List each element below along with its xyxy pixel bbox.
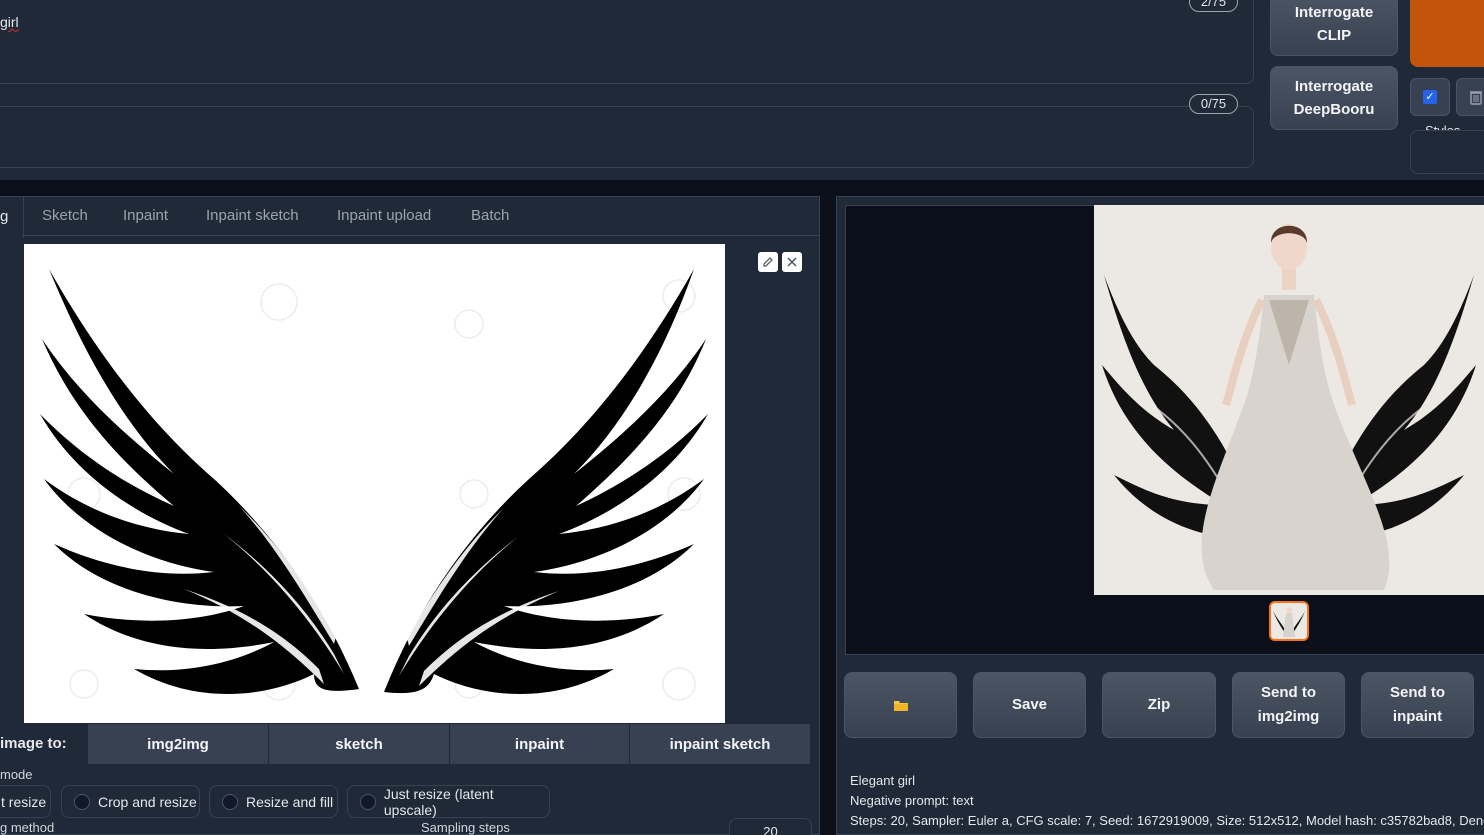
tab-inpaint-sketch[interactable]: Inpaint sketch: [206, 207, 299, 224]
generation-info-prompt: Elegant girl: [850, 773, 916, 788]
clear-prompt-button[interactable]: [1456, 78, 1484, 116]
negative-token-counter: 0/75: [1189, 94, 1238, 114]
sampling-steps-value: 20: [763, 824, 778, 835]
resize-option-resize-and-fill[interactable]: Resize and fill: [209, 785, 338, 818]
resize-option-label: Resize and fill: [246, 793, 334, 810]
copy-to-sketch-button[interactable]: sketch: [269, 724, 449, 764]
sampling-method-label: g method: [0, 820, 55, 835]
checkbox-icon[interactable]: ✓: [1423, 90, 1437, 104]
generate-button[interactable]: [1410, 0, 1484, 67]
zip-button[interactable]: Zip: [1102, 672, 1216, 738]
interrogate-deepbooru-button[interactable]: Interrogate DeepBooru: [1270, 66, 1398, 130]
positive-token-counter: 2/75: [1189, 0, 1238, 12]
style-apply-toggle[interactable]: ✓: [1410, 78, 1450, 116]
generation-info-negative: Negative prompt: text: [850, 793, 974, 808]
pencil-icon: [763, 257, 773, 267]
interrogate-deepbooru-label: Interrogate DeepBooru: [1293, 78, 1375, 118]
negative-prompt-box[interactable]: [0, 106, 1254, 168]
tab-inpaint-upload[interactable]: Inpaint upload: [337, 207, 431, 224]
trash-icon: [1470, 91, 1482, 105]
resize-option-label: t resize: [1, 793, 47, 810]
resize-option-label: Crop and resize: [98, 793, 197, 810]
resize-mode-label: mode: [0, 767, 33, 782]
radio-icon[interactable]: [360, 793, 376, 810]
copy-image-to-label: image to:: [0, 735, 67, 752]
tab-img2img-label: g: [0, 208, 9, 225]
remove-image-button[interactable]: [782, 252, 802, 272]
close-icon: [787, 257, 797, 267]
radio-icon[interactable]: [74, 793, 90, 810]
generated-image[interactable]: [1094, 205, 1484, 595]
radio-icon[interactable]: [222, 793, 238, 810]
send-to-img2img-label: Send to img2img: [1257, 684, 1320, 725]
thumbnail-picture: [1271, 603, 1307, 639]
sampling-steps-label: Sampling steps: [421, 820, 510, 835]
gallery-thumbnail[interactable]: [1269, 601, 1309, 641]
tab-img2img[interactable]: g: [0, 196, 24, 238]
tab-inpaint[interactable]: Inpaint: [123, 207, 168, 224]
tab-divider: [24, 235, 820, 236]
tab-sketch[interactable]: Sketch: [42, 207, 88, 224]
resize-option-just-resize[interactable]: t resize: [0, 785, 51, 818]
edit-image-button[interactable]: [758, 252, 778, 272]
resize-option-crop-and-resize[interactable]: Crop and resize: [61, 785, 200, 818]
save-button[interactable]: Save: [973, 672, 1086, 738]
resize-option-latent-upscale[interactable]: Just resize (latent upscale): [347, 785, 550, 818]
positive-prompt-text[interactable]: girl: [0, 14, 19, 30]
interrogate-clip-button[interactable]: Interrogate CLIP: [1270, 0, 1398, 56]
interrogate-clip-label: Interrogate CLIP: [1294, 4, 1374, 44]
tab-batch[interactable]: Batch: [471, 207, 509, 224]
styles-dropdown[interactable]: [1410, 130, 1484, 174]
copy-to-inpaint-sketch-button[interactable]: inpaint sketch: [630, 724, 810, 764]
folder-icon: [893, 701, 908, 711]
positive-prompt-box[interactable]: [0, 0, 1254, 84]
resize-option-label: Just resize (latent upscale): [383, 785, 494, 818]
send-to-img2img-button[interactable]: Send to img2img: [1232, 672, 1345, 738]
open-folder-button[interactable]: [844, 672, 957, 738]
copy-to-inpaint-button[interactable]: inpaint: [450, 724, 629, 764]
sampling-steps-input[interactable]: 20: [729, 818, 812, 835]
send-to-inpaint-label: Send to inpaint: [1390, 684, 1445, 725]
input-image-canvas[interactable]: [24, 244, 725, 723]
wings-image: [24, 244, 725, 723]
send-to-inpaint-button[interactable]: Send to inpaint: [1361, 672, 1474, 738]
copy-to-img2img-button[interactable]: img2img: [88, 724, 268, 764]
generation-info-params: Steps: 20, Sampler: Euler a, CFG scale: …: [850, 813, 1484, 828]
generated-image-picture: [1094, 205, 1484, 595]
